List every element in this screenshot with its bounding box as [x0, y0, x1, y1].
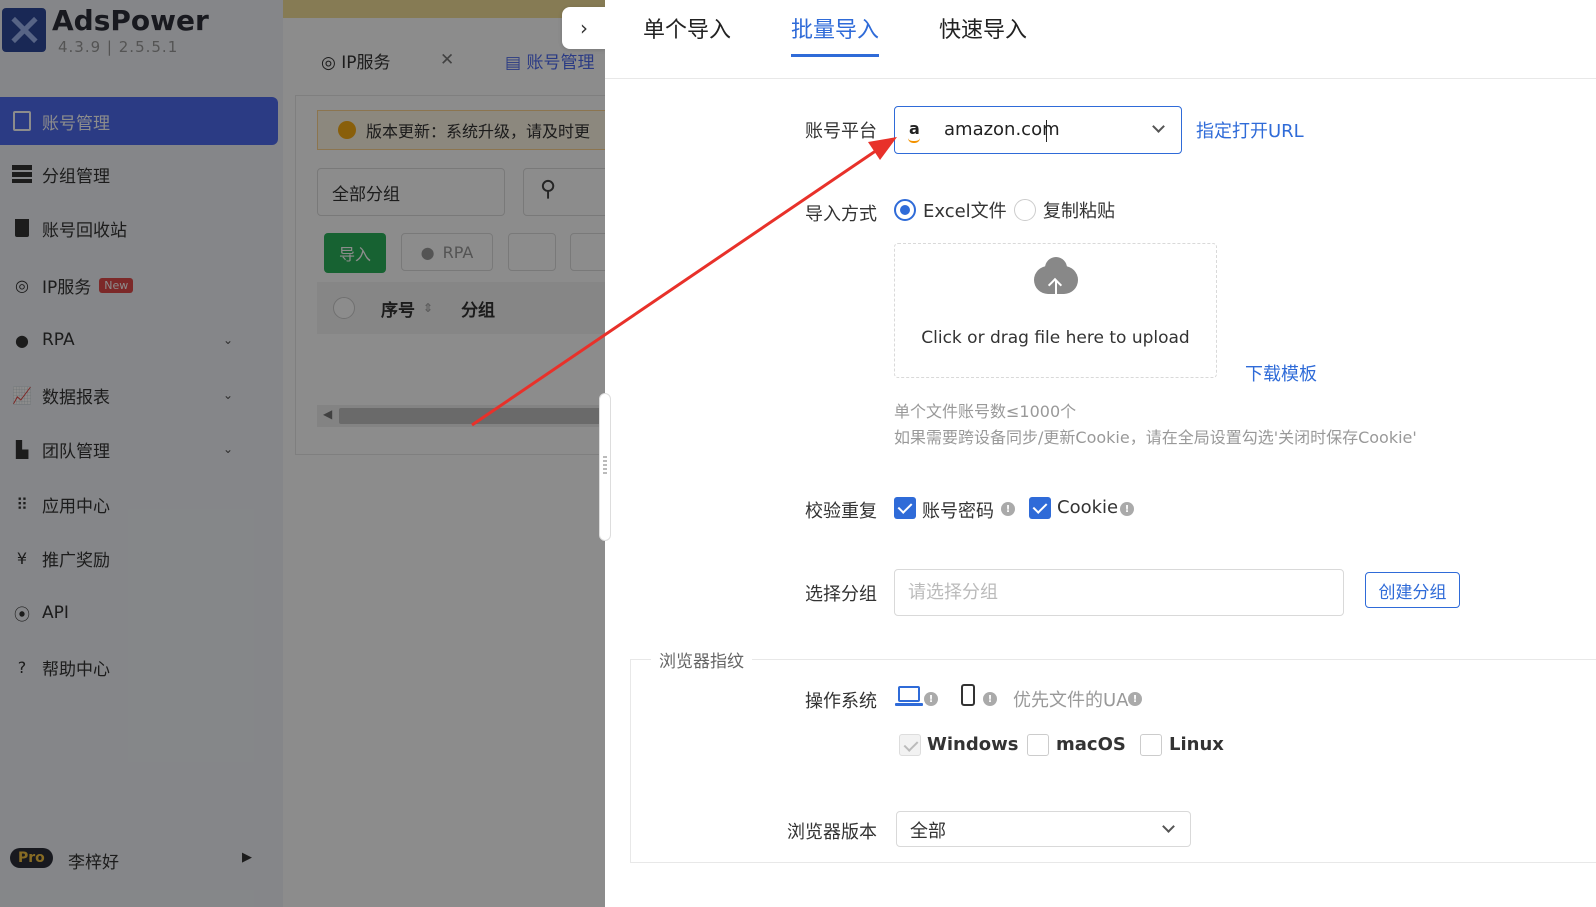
amazon-logo-icon: a — [908, 119, 920, 143]
mobile-icon[interactable] — [961, 684, 975, 706]
checkbox-macos-label[interactable]: macOS — [1056, 734, 1126, 755]
tab-batch-import[interactable]: 批量导入 — [791, 12, 880, 57]
download-template-link[interactable]: 下载模板 — [1245, 360, 1317, 386]
prefer-file-ua-option[interactable]: 优先文件的UA — [1013, 686, 1129, 712]
tab-quick-import[interactable]: 快速导入 — [939, 12, 1027, 54]
platform-select[interactable]: a amazon.com — [894, 106, 1182, 154]
info-icon[interactable]: ! — [1128, 692, 1142, 706]
platform-value: amazon.com — [944, 119, 1060, 140]
hint-cookie-sync: 如果需要跨设备同步/更新Cookie，请在全局设置勾选'关闭时保存Cookie' — [894, 428, 1417, 447]
checkbox-linux[interactable] — [1140, 734, 1162, 756]
text-caret — [1046, 120, 1047, 142]
modal-overlay[interactable] — [0, 0, 605, 907]
create-group-button[interactable]: 创建分组 — [1365, 572, 1460, 608]
select-group-label: 选择分组 — [805, 584, 877, 605]
import-drawer: 单个导入 批量导入 快速导入 账号平台 a amazon.com 指定打开URL… — [605, 0, 1596, 907]
checkbox-verify-cookie-label[interactable]: Cookie — [1057, 497, 1118, 518]
info-icon[interactable]: ! — [983, 692, 997, 706]
browser-version-value: 全部 — [910, 821, 946, 842]
import-tabs: 单个导入 批量导入 快速导入 — [605, 0, 1596, 79]
checkbox-macos[interactable] — [1027, 734, 1049, 756]
fingerprint-legend: 浏览器指纹 — [651, 647, 752, 672]
checkbox-windows-label[interactable]: Windows — [927, 734, 1018, 755]
checkbox-verify-cookie[interactable] — [1029, 497, 1051, 519]
checkbox-verify-password-label[interactable]: 账号密码 — [922, 497, 994, 523]
verify-duplicate-label: 校验重复 — [805, 501, 877, 522]
radio-excel-label[interactable]: Excel文件 — [923, 197, 1007, 223]
desktop-icon[interactable] — [895, 686, 923, 706]
browser-version-label: 浏览器版本 — [787, 822, 877, 843]
os-label: 操作系统 — [805, 691, 877, 712]
upload-text: Click or drag file here to upload — [921, 328, 1190, 348]
checkbox-verify-password[interactable] — [894, 497, 916, 519]
checkbox-linux-label[interactable]: Linux — [1169, 734, 1224, 755]
radio-paste-label[interactable]: 复制粘贴 — [1043, 197, 1115, 223]
checkbox-windows[interactable] — [899, 734, 921, 756]
upload-arrow-icon — [1055, 280, 1057, 302]
radio-paste[interactable] — [1014, 199, 1036, 221]
platform-label: 账号平台 — [805, 121, 877, 142]
group-select-input[interactable] — [894, 569, 1344, 616]
hint-max-accounts: 单个文件账号数≤1000个 — [894, 402, 1077, 421]
collapse-drawer-button[interactable]: › — [562, 7, 606, 49]
info-icon[interactable]: ! — [1001, 502, 1015, 516]
info-icon[interactable]: ! — [1120, 502, 1134, 516]
upload-dropzone[interactable]: Click or drag file here to upload — [894, 243, 1217, 378]
drawer-resize-handle[interactable] — [599, 393, 611, 541]
info-icon[interactable]: ! — [924, 692, 938, 706]
radio-excel[interactable] — [894, 199, 916, 221]
chevron-down-icon — [1152, 120, 1165, 133]
chevron-right-icon: › — [580, 16, 588, 40]
import-method-label: 导入方式 — [805, 204, 877, 225]
chevron-down-icon — [1162, 820, 1175, 833]
tab-single-import[interactable]: 单个导入 — [643, 12, 731, 54]
specify-url-link[interactable]: 指定打开URL — [1196, 117, 1304, 143]
browser-version-select[interactable]: 全部 — [896, 811, 1191, 847]
